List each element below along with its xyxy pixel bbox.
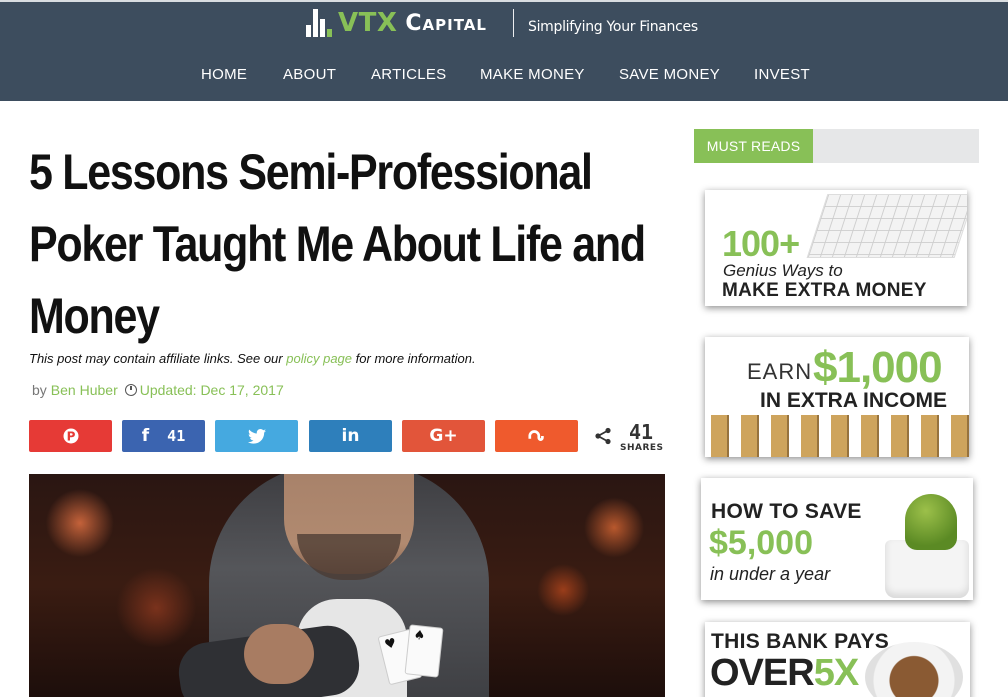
twitter-icon: [247, 428, 266, 444]
nav-item-invest[interactable]: INVEST: [754, 66, 810, 83]
hand-shape: [244, 624, 314, 684]
facebook-share-count: 41: [167, 427, 186, 445]
author-link[interactable]: Ben Huber: [51, 382, 118, 398]
article-title: 5 Lessons Semi-Professional Poker Taught…: [29, 144, 646, 344]
promo-text: HOW TO SAVE: [711, 500, 862, 523]
svg-text:P: P: [66, 430, 75, 444]
nav-item-about[interactable]: ABOUT: [283, 66, 336, 83]
logo-secondary-text: Capital: [405, 10, 487, 36]
total-shares-count: 41: [628, 420, 654, 444]
must-reads-header: MUST READS: [694, 129, 979, 163]
nav-item-home[interactable]: HOME: [201, 66, 247, 83]
linkedin-share-button[interactable]: in: [309, 420, 392, 452]
byline-by-label: by: [32, 382, 47, 398]
promo-text: $1,000: [813, 343, 943, 392]
nav-item-make-money[interactable]: MAKE MONEY: [480, 66, 585, 83]
updated-date: Updated: Dec 17, 2017: [139, 382, 284, 398]
policy-page-link[interactable]: policy page: [286, 351, 352, 366]
promo-text-group: OVER5X: [710, 652, 859, 695]
logo-primary-text: VTX: [338, 8, 398, 38]
promo-text: $5,000: [709, 524, 813, 562]
promo-text: EARN: [747, 359, 813, 384]
pinterest-share-button[interactable]: P: [29, 420, 112, 452]
promo-text: IN EXTRA INCOME: [760, 389, 948, 412]
article-hero-image: ♥ ♠: [29, 474, 665, 697]
logo-divider: [512, 9, 514, 37]
keyboard-image: [806, 194, 967, 258]
promo-make-extra-money[interactable]: 100+ Genius Ways to MAKE EXTRA MONEY: [705, 190, 967, 306]
affiliate-disclosure: This post may contain affiliate links. S…: [29, 351, 476, 366]
facebook-share-button[interactable]: f 41: [122, 420, 205, 452]
clock-icon: [124, 384, 137, 396]
main-nav: HOME ABOUT ARTICLES MAKE MONEY SAVE MONE…: [0, 66, 1008, 88]
pinterest-icon: P: [63, 428, 78, 444]
disclosure-prefix: This post may contain affiliate links. S…: [29, 351, 283, 366]
share-icon: [595, 427, 611, 445]
promo-earn-extra-income[interactable]: EARN $1,000 IN EXTRA INCOME: [705, 337, 969, 457]
nav-item-save-money[interactable]: SAVE MONEY: [619, 66, 720, 83]
playing-card-icon: ♠: [404, 624, 444, 678]
cactus-image: [905, 494, 957, 550]
total-shares: 41 SHARES: [620, 420, 664, 453]
promo-text: OVER: [710, 652, 815, 694]
coin-stacks-image: [705, 415, 969, 457]
total-shares-label: SHARES: [620, 443, 664, 453]
site-logo[interactable]: VTX Capital Simplifying Your Finances: [306, 6, 698, 40]
promo-text: Genius Ways to: [723, 261, 843, 280]
site-header: VTX Capital Simplifying Your Finances HO…: [0, 0, 1008, 101]
nav-item-articles[interactable]: ARTICLES: [371, 66, 446, 83]
promo-text: 5X: [813, 652, 859, 694]
header-top-border: [0, 0, 1008, 2]
facebook-icon: f: [141, 426, 150, 446]
google-plus-icon: G+: [429, 426, 458, 446]
stumbleupon-share-button[interactable]: [495, 420, 578, 452]
promo-text: 100+: [722, 223, 800, 264]
promo-text: THIS BANK PAYS: [711, 630, 890, 653]
disclosure-suffix: for more information.: [355, 351, 476, 366]
promo-how-to-save[interactable]: HOW TO SAVE $5,000 in under a year: [701, 478, 973, 600]
promo-text: in under a year: [710, 564, 831, 584]
site-tagline: Simplifying Your Finances: [527, 19, 698, 35]
promo-text: MAKE EXTRA MONEY: [722, 280, 927, 301]
linkedin-icon: in: [341, 426, 360, 446]
twitter-share-button[interactable]: [215, 420, 298, 452]
must-reads-tab: MUST READS: [694, 129, 813, 163]
article-byline: by Ben Huber Updated: Dec 17, 2017: [32, 382, 284, 398]
logo-bars-icon: [306, 9, 332, 37]
stumbleupon-icon: [527, 430, 544, 441]
google-plus-share-button[interactable]: G+: [402, 420, 485, 452]
promo-bank-pays[interactable]: THIS BANK PAYS OVER5X: [705, 622, 970, 697]
